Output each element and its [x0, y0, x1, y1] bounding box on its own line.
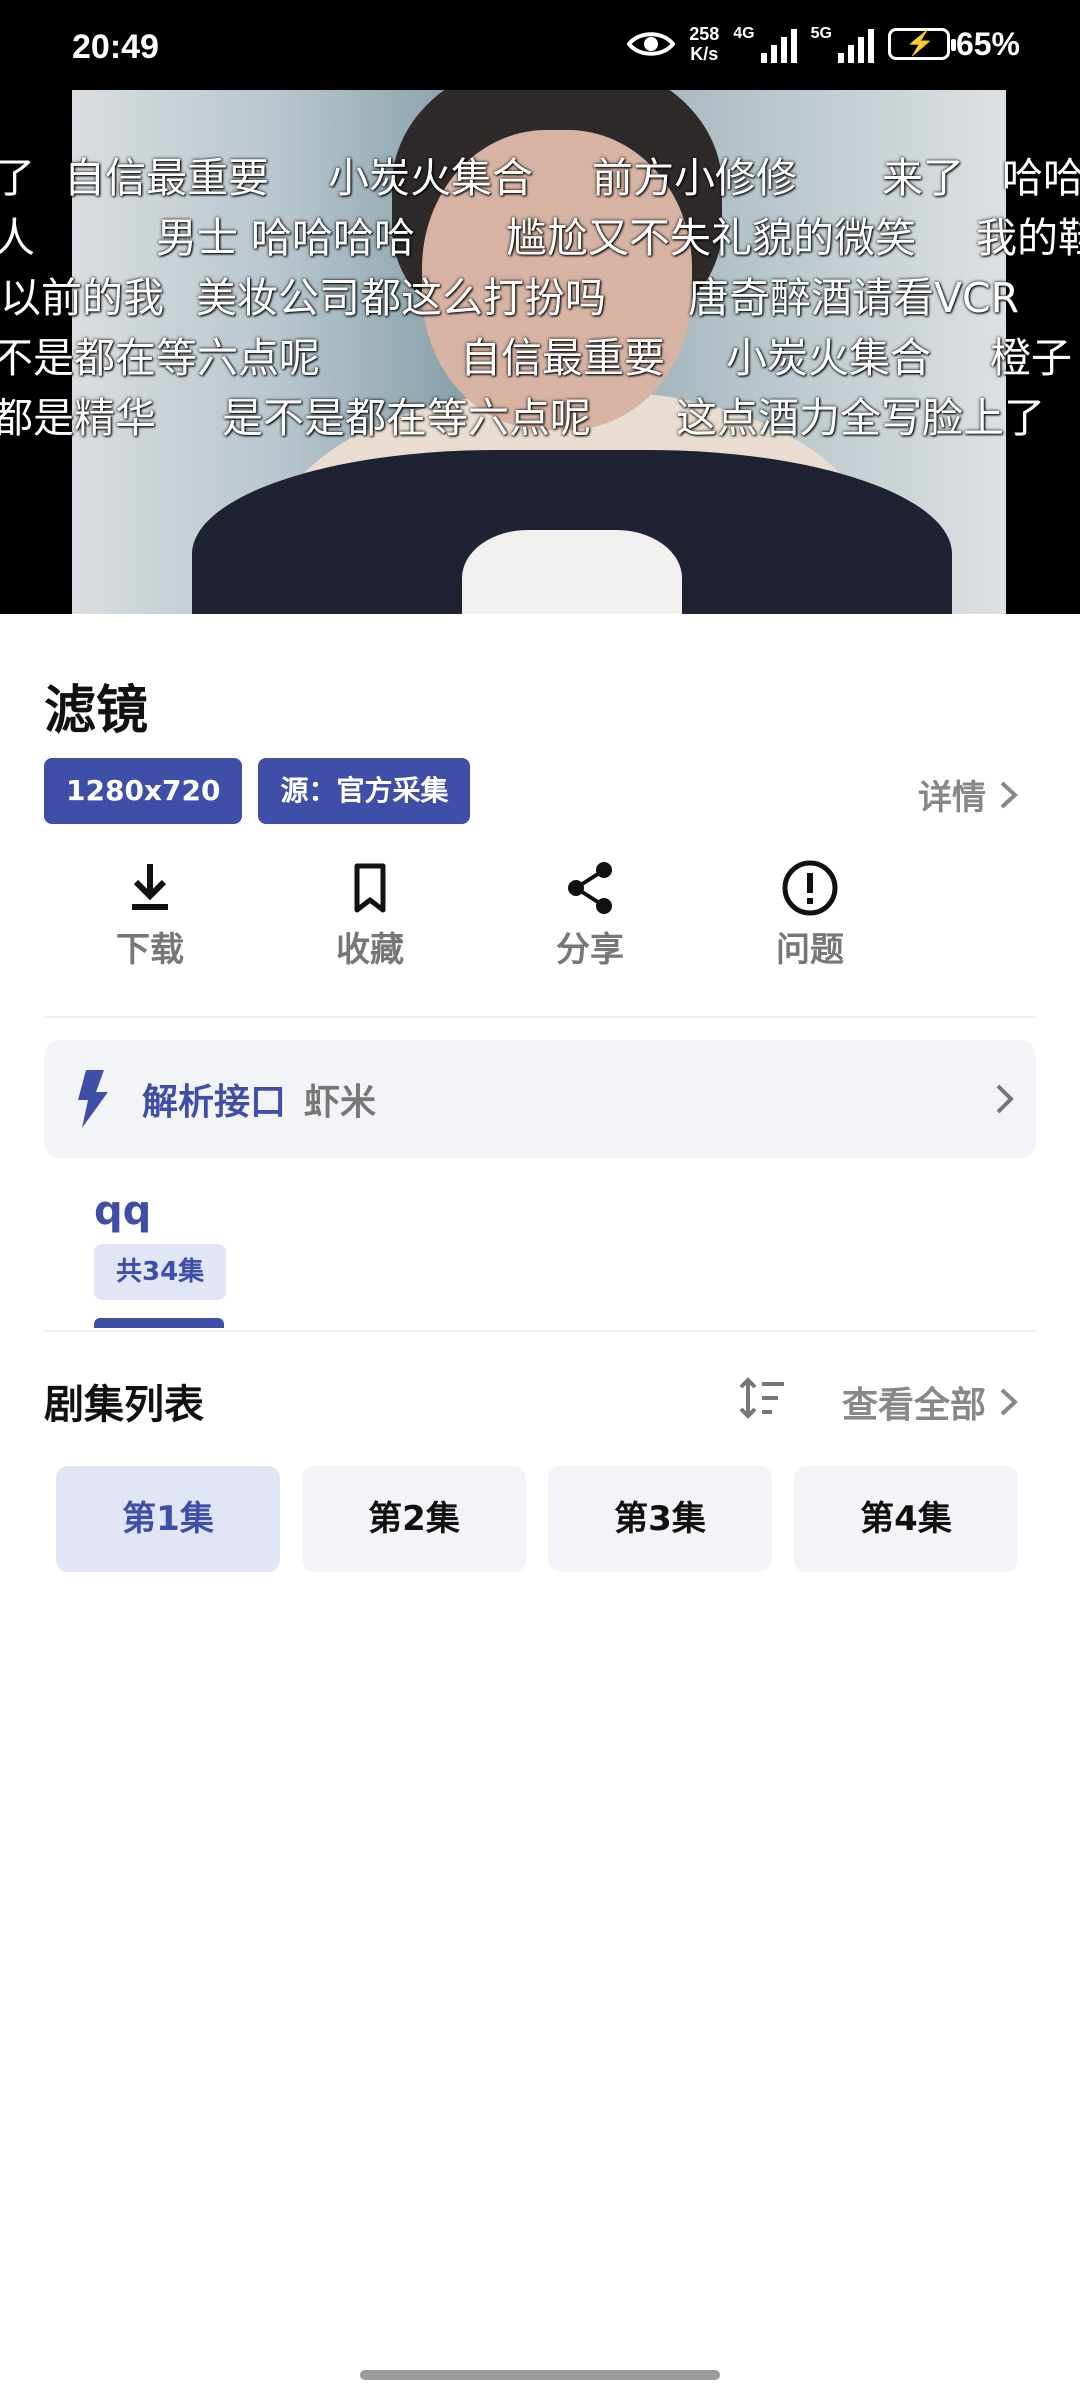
signal-4g-icon: 4G: [733, 25, 797, 63]
chevron-right-icon: [1000, 781, 1018, 808]
parse-api-value: 虾米: [304, 1082, 377, 1123]
episode-button[interactable]: 第1集: [56, 1466, 280, 1572]
episode-list: 第1集 第2集 第3集 第4集: [56, 1466, 1018, 1572]
resolution-badge: 1280x720: [44, 758, 243, 824]
status-icons: 258 K/s 4G 5G ⚡ 65%: [627, 24, 1020, 64]
source-tab-qq[interactable]: qq: [94, 1188, 151, 1234]
battery-icon: ⚡: [887, 28, 956, 60]
video-frame[interactable]: [72, 90, 1006, 614]
chevron-right-icon: [996, 1084, 1014, 1114]
sort-icon[interactable]: [738, 1374, 788, 1424]
parse-api-selector[interactable]: 解析接口 虾米: [44, 1040, 1036, 1158]
divider: [44, 1016, 1036, 1018]
eye-icon: [627, 32, 676, 56]
share-button[interactable]: 分享: [510, 858, 670, 971]
share-icon: [568, 862, 612, 914]
home-indicator[interactable]: [360, 2370, 720, 2380]
video-player[interactable]: 20:49 258 K/s 4G 5G ⚡ 65% 了 自信最重要 小炭火集合 …: [0, 0, 1080, 614]
parse-api-label: 解析接口: [142, 1082, 287, 1123]
action-bar: 下载 收藏 分享 问题: [70, 858, 890, 971]
danmaku-comment: 哈哈: [1002, 154, 1080, 202]
alert-circle-icon: [782, 860, 838, 916]
video-tags: 1280x720 源：官方采集: [44, 758, 471, 824]
issue-button[interactable]: 问题: [730, 858, 890, 971]
source-tab-indicator: [94, 1318, 224, 1328]
bookmark-icon: [354, 863, 386, 913]
danmaku-comment: 人: [0, 214, 35, 262]
download-button[interactable]: 下载: [70, 858, 230, 971]
episode-button[interactable]: 第3集: [548, 1466, 772, 1572]
favorite-button[interactable]: 收藏: [290, 858, 450, 971]
episode-count-badge: 共34集: [94, 1244, 227, 1300]
lightning-icon: [78, 1070, 108, 1128]
source-badge: 源：官方采集: [258, 758, 471, 824]
view-all-link[interactable]: 查看全部: [842, 1376, 1020, 1428]
status-bar: 20:49 258 K/s 4G 5G ⚡ 65%: [0, 0, 1080, 90]
download-icon: [132, 864, 168, 910]
net-speed: 258 K/s: [689, 24, 720, 64]
episode-button[interactable]: 第4集: [794, 1466, 1018, 1572]
episode-list-heading: 剧集列表: [44, 1382, 204, 1428]
video-title: 滤镜: [44, 681, 149, 741]
battery-indicator: ⚡ 65%: [887, 26, 1020, 63]
danmaku-comment: 了: [0, 154, 35, 202]
divider: [44, 1330, 1036, 1332]
episode-button[interactable]: 第2集: [302, 1466, 526, 1572]
signal-5g-icon: 5G: [811, 25, 874, 63]
detail-link[interactable]: 详情: [918, 770, 1020, 819]
chevron-right-icon: [1000, 1388, 1018, 1416]
status-time: 20:49: [72, 28, 159, 66]
